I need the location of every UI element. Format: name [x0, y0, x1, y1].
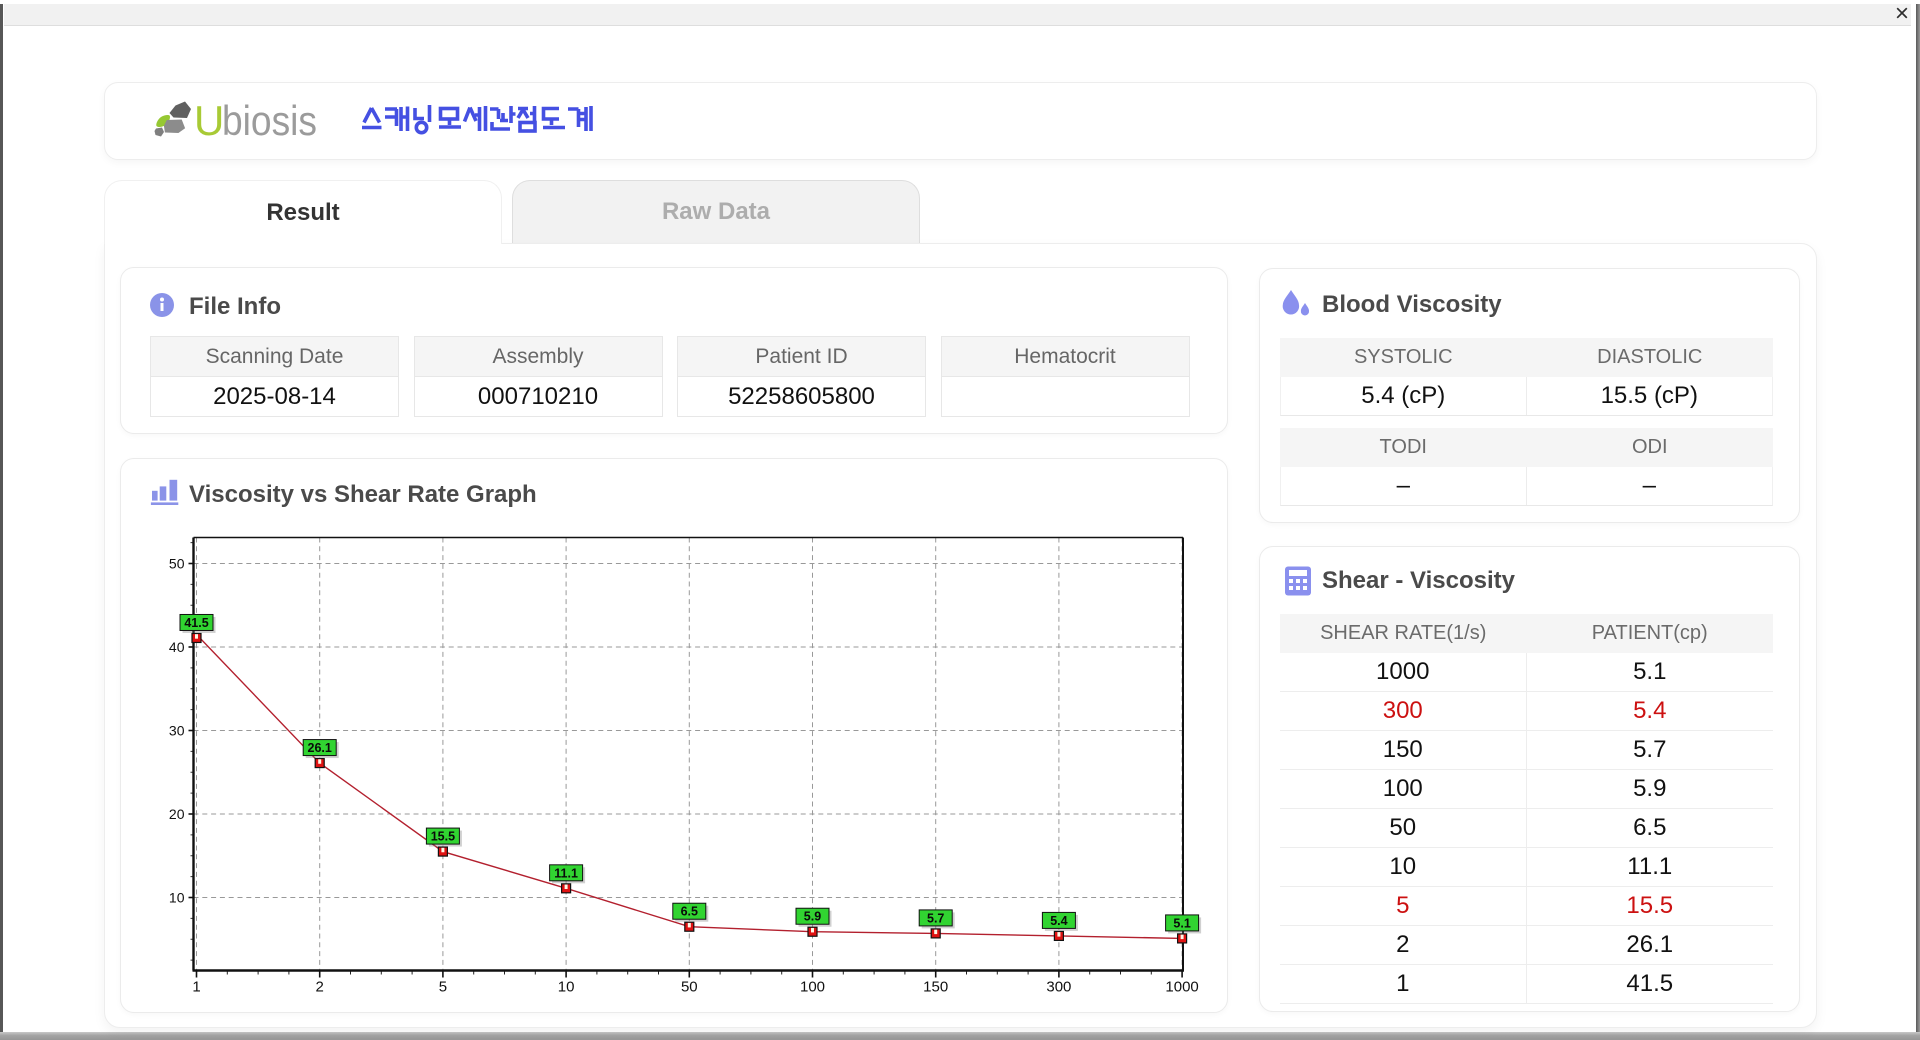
- svg-text:10: 10: [558, 979, 575, 996]
- svg-text:100: 100: [800, 979, 825, 996]
- svg-text:1000: 1000: [1165, 979, 1198, 996]
- svg-text:26.1: 26.1: [308, 741, 332, 755]
- svg-text:50: 50: [681, 979, 698, 996]
- svg-text:10: 10: [169, 890, 185, 906]
- svg-text:5: 5: [439, 979, 447, 996]
- svg-text:5.4: 5.4: [1050, 914, 1067, 928]
- svg-text:2: 2: [316, 979, 324, 996]
- svg-text:50: 50: [169, 556, 185, 572]
- svg-text:5.1: 5.1: [1173, 916, 1190, 930]
- svg-text:30: 30: [169, 723, 185, 739]
- svg-text:biosis: biosis: [222, 98, 317, 142]
- svg-text:1: 1: [192, 979, 200, 996]
- svg-text:15.5: 15.5: [431, 830, 455, 844]
- svg-text:20: 20: [169, 806, 185, 822]
- svg-text:5.7: 5.7: [927, 911, 944, 925]
- svg-text:41.5: 41.5: [184, 616, 208, 630]
- svg-text:5.9: 5.9: [804, 910, 821, 924]
- svg-text:150: 150: [923, 979, 948, 996]
- svg-text:6.5: 6.5: [681, 905, 698, 919]
- svg-text:300: 300: [1046, 979, 1071, 996]
- svg-text:U: U: [194, 98, 224, 142]
- svg-text:40: 40: [169, 639, 185, 655]
- svg-text:11.1: 11.1: [554, 866, 578, 880]
